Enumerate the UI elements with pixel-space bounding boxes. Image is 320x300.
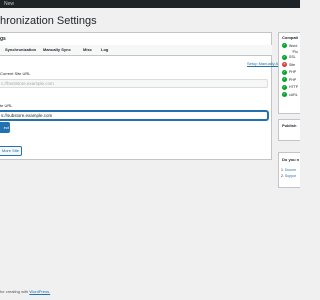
- compat-item: ✓ cURL: [282, 91, 300, 99]
- add-more-site-button[interactable]: More Site: [0, 146, 22, 156]
- compat-item-label: HTTP: [289, 85, 299, 90]
- help-link-number: 1.: [281, 168, 284, 172]
- settings-panel: gs Synchronization Manually Sync Misc Lo…: [0, 32, 290, 160]
- target-site-label: te URL: [0, 103, 13, 108]
- current-site-url-field[interactable]: [0, 79, 268, 88]
- help-link-label[interactable]: Suppor: [285, 174, 296, 178]
- compat-item: ✓ Word: [282, 42, 300, 50]
- tab-log[interactable]: Log: [101, 45, 108, 55]
- compat-item-label: cURL: [289, 92, 298, 97]
- compatibility-list: ✓ Word 'Plu ✓ SSL ✕ Site ✓ PHP ✓ PHP ✓ H…: [279, 40, 300, 99]
- page-title: hronization Settings: [0, 15, 97, 27]
- compatibility-title: Compati: [282, 35, 298, 40]
- footer-text: for creating with: [0, 289, 30, 294]
- panel-title: gs: [0, 36, 6, 42]
- target-site-url-field[interactable]: [0, 111, 268, 120]
- compat-item-label: Site: [289, 62, 296, 67]
- wordpress-link[interactable]: WordPress.: [29, 289, 50, 294]
- tab-manually-sync[interactable]: Manually Sync: [43, 45, 71, 55]
- tab-synchronization[interactable]: Synchronization: [5, 45, 36, 55]
- compatibility-box: Compati ✓ Word 'Plu ✓ SSL ✕ Site ✓ PHP ✓…: [278, 32, 300, 114]
- compat-item-label: PHP: [289, 70, 297, 75]
- publish-title[interactable]: Publish: [279, 120, 300, 128]
- admin-bar: New: [0, 0, 300, 8]
- compat-item: ✓ HTTP: [282, 84, 300, 92]
- help-links: 1. Docum 2. Suppor: [279, 162, 300, 179]
- settings-tabs: Synchronization Manually Sync Misc Log: [0, 45, 272, 56]
- check-icon: ✓: [282, 43, 287, 49]
- error-icon: ✕: [282, 62, 287, 68]
- compat-item-label: SSL: [289, 55, 296, 60]
- compat-item: ✓ PHP: [282, 69, 300, 77]
- help-title: Do you n: [282, 157, 300, 162]
- help-box: Do you n 1. Docum 2. Suppor: [278, 152, 300, 188]
- help-link-label[interactable]: Docum: [285, 168, 296, 172]
- tab-misc[interactable]: Misc: [83, 45, 92, 55]
- check-icon: ✓: [282, 92, 287, 98]
- check-icon: ✓: [282, 69, 287, 75]
- compat-item-label: PHP: [289, 77, 297, 82]
- compat-item: ✕ Site: [282, 61, 300, 69]
- help-link-number: 2.: [281, 174, 284, 178]
- admin-bar-new-link[interactable]: New: [4, 0, 14, 8]
- check-icon: ✓: [282, 54, 287, 60]
- check-icon: ✓: [282, 84, 287, 90]
- current-site-label: Current Site URL: [0, 71, 31, 76]
- compat-item: ✓ SSL: [282, 54, 300, 62]
- connect-button[interactable]: ect: [0, 122, 10, 133]
- help-link-support[interactable]: 2. Suppor: [281, 173, 300, 179]
- publish-box: Publish: [278, 119, 300, 141]
- compat-item-label: Word: [289, 43, 298, 48]
- compat-item: ✓ PHP: [282, 76, 300, 84]
- admin-footer: for creating with WordPress.: [0, 289, 50, 294]
- check-icon: ✓: [282, 77, 287, 83]
